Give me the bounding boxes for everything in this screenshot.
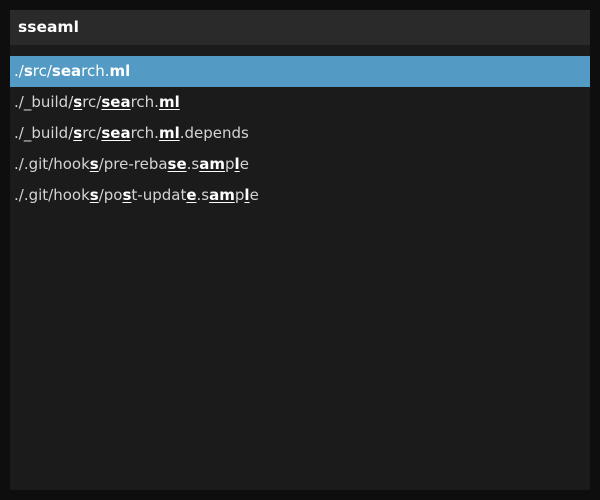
path-text: /po: [98, 186, 123, 204]
path-text: ./_build/: [14, 124, 74, 142]
path-text: .s: [186, 155, 200, 173]
match-highlight: ml: [158, 93, 180, 111]
fuzzy-finder-window: sseaml ./src/search.ml ./_build/src/searc…: [10, 10, 590, 490]
match-highlight: sea: [101, 93, 131, 111]
match-highlight: s: [73, 124, 83, 142]
path-text: ./: [14, 62, 24, 80]
match-highlight: ml: [158, 124, 180, 142]
path-text: ./.git/hook: [14, 186, 90, 204]
path-text: rc/: [32, 62, 52, 80]
match-highlight: s: [89, 155, 99, 173]
search-input[interactable]: sseaml: [10, 10, 590, 45]
results-list: ./src/search.ml ./_build/src/search.ml ./_…: [10, 56, 590, 211]
search-query-text: sseaml: [18, 18, 79, 36]
match-highlight: s: [73, 93, 83, 111]
path-text: rch.: [130, 93, 159, 111]
match-highlight: s: [23, 62, 33, 80]
path-text: rc/: [82, 124, 102, 142]
result-row-selected[interactable]: ./src/search.ml: [10, 56, 590, 87]
path-text: .depends: [179, 124, 249, 142]
match-highlight: am: [199, 155, 226, 173]
path-text: e: [249, 186, 259, 204]
path-text: ./_build/: [14, 93, 74, 111]
match-highlight: s: [89, 186, 99, 204]
path-text: t-updat: [131, 186, 187, 204]
match-highlight: sea: [51, 62, 82, 80]
path-text: e: [239, 155, 249, 173]
path-text: rch.: [81, 62, 110, 80]
match-highlight: am: [209, 186, 235, 204]
match-highlight: ml: [109, 62, 131, 80]
path-text: /pre-reba: [98, 155, 168, 173]
match-highlight: e: [186, 186, 197, 204]
match-highlight: sea: [101, 124, 131, 142]
result-row[interactable]: ./_build/src/search.ml: [10, 87, 590, 118]
path-text: p: [234, 186, 245, 204]
result-row[interactable]: ./.git/hooks/pre-rebase.sample: [10, 149, 590, 180]
result-row[interactable]: ./.git/hooks/post-update.sample: [10, 180, 590, 211]
path-text: p: [225, 155, 235, 173]
path-text: ./.git/hook: [14, 155, 90, 173]
result-row[interactable]: ./_build/src/search.ml.depends: [10, 118, 590, 149]
path-text: rc/: [82, 93, 102, 111]
match-highlight: se: [167, 155, 187, 173]
path-text: .s: [196, 186, 210, 204]
path-text: rch.: [130, 124, 159, 142]
